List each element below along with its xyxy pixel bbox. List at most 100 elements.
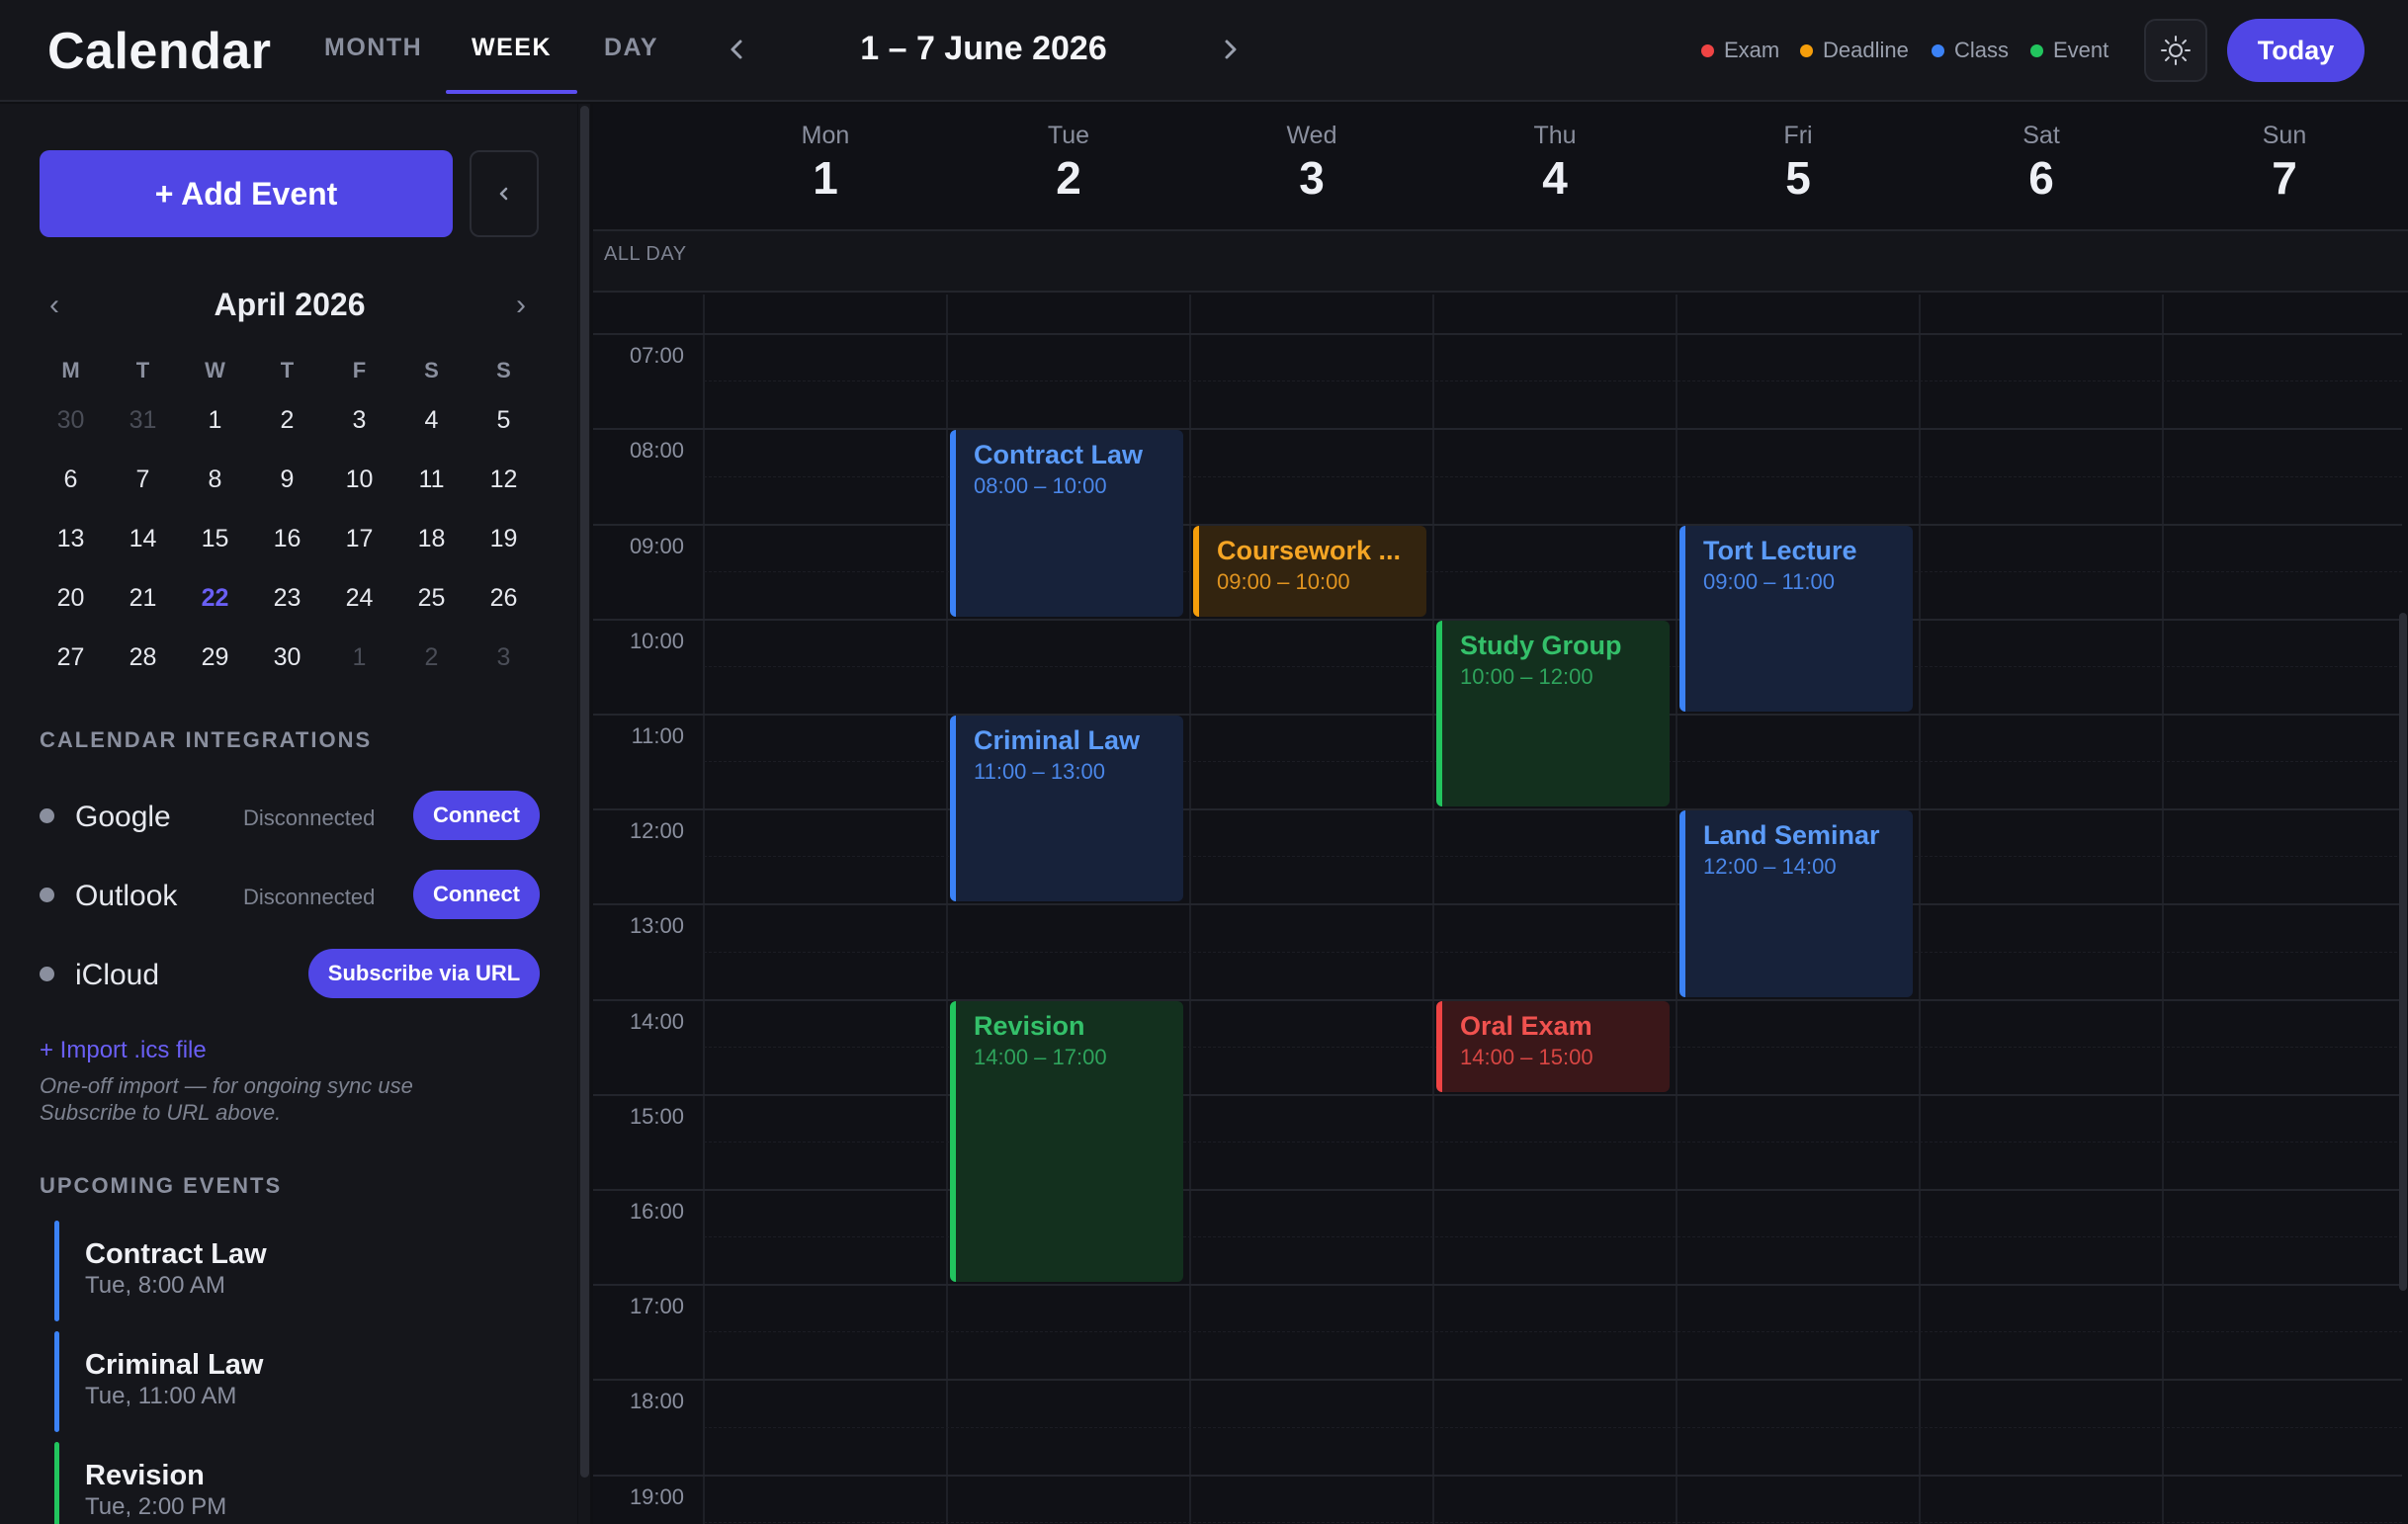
- mini-calendar-day[interactable]: 28: [107, 643, 179, 672]
- upcoming-event-title: Revision: [85, 1460, 205, 1491]
- connect-outlook-button[interactable]: Connect: [413, 870, 540, 919]
- mini-calendar-day[interactable]: 12: [468, 466, 540, 494]
- mini-calendar-day[interactable]: 30: [251, 643, 323, 672]
- mini-calendar-day[interactable]: 15: [179, 525, 251, 553]
- legend-label: Deadline: [1823, 38, 1909, 62]
- mini-calendar-day[interactable]: 25: [395, 584, 468, 613]
- sidebar-scrollbar-thumb[interactable]: [580, 106, 589, 1478]
- event-time: 14:00 – 17:00: [974, 1044, 1107, 1069]
- event-class[interactable]: Land Seminar 12:00 – 14:00: [1679, 810, 1913, 997]
- today-button[interactable]: Today: [2227, 19, 2365, 82]
- mini-calendar-day[interactable]: 21: [107, 584, 179, 613]
- sidebar-scrollbar[interactable]: [578, 104, 590, 1524]
- day-header-fri[interactable]: Fri 5: [1677, 104, 1920, 229]
- mini-calendar-day[interactable]: 17: [323, 525, 395, 553]
- mini-calendar-title: April 2026: [214, 287, 366, 322]
- sidebar: + Add Event ‹ April 2026 › M T W T F S S…: [0, 104, 577, 1524]
- tab-day[interactable]: DAY: [604, 34, 658, 62]
- event-event[interactable]: Study Group 10:00 – 12:00: [1436, 620, 1670, 807]
- mini-calendar-day[interactable]: 31: [107, 406, 179, 435]
- time-label: 13:00: [629, 913, 684, 939]
- add-event-button[interactable]: + Add Event: [40, 150, 453, 237]
- status-dot-icon: [40, 967, 54, 981]
- exam-dot-icon: [1701, 43, 1714, 57]
- mini-calendar-prev-button[interactable]: ‹: [49, 289, 59, 322]
- connect-google-button[interactable]: Connect: [413, 791, 540, 840]
- mini-calendar-day[interactable]: 8: [179, 466, 251, 494]
- event-exam[interactable]: Oral Exam 14:00 – 15:00: [1436, 1000, 1670, 1092]
- day-header-mon[interactable]: Mon 1: [704, 104, 947, 229]
- upcoming-event-item[interactable]: Criminal Law Tue, 11:00 AM: [54, 1331, 539, 1432]
- event-time: 10:00 – 12:00: [1460, 663, 1593, 689]
- tab-week[interactable]: WEEK: [472, 34, 552, 62]
- day-header-sun[interactable]: Sun 7: [2163, 104, 2406, 229]
- integration-google: Google Disconnected Connect: [40, 791, 540, 840]
- tab-month[interactable]: MONTH: [324, 34, 422, 62]
- mini-calendar-day[interactable]: 24: [323, 584, 395, 613]
- day-number: 5: [1785, 152, 1811, 204]
- mini-calendar-day[interactable]: 27: [35, 643, 107, 672]
- mini-calendar-day[interactable]: 7: [107, 466, 179, 494]
- mini-calendar-day[interactable]: 30: [35, 406, 107, 435]
- active-tab-indicator: [446, 90, 577, 94]
- mini-calendar-day[interactable]: 19: [468, 525, 540, 553]
- mini-calendar-day[interactable]: 18: [395, 525, 468, 553]
- subscribe-icloud-button[interactable]: Subscribe via URL: [308, 949, 540, 998]
- day-header-sat[interactable]: Sat 6: [1920, 104, 2163, 229]
- mini-calendar-day[interactable]: 3: [468, 643, 540, 672]
- time-label: 19:00: [629, 1483, 684, 1509]
- mini-calendar-next-button[interactable]: ›: [516, 289, 526, 322]
- mini-calendar-day[interactable]: 26: [468, 584, 540, 613]
- week-view-scrollbar-thumb[interactable]: [2399, 613, 2407, 1291]
- previous-week-button[interactable]: [719, 28, 754, 71]
- all-day-row[interactable]: [593, 231, 2408, 293]
- mini-calendar-day[interactable]: 14: [107, 525, 179, 553]
- upcoming-event-item[interactable]: Revision Tue, 2:00 PM: [54, 1442, 539, 1524]
- mini-calendar-day[interactable]: 3: [323, 406, 395, 435]
- mini-calendar-day[interactable]: 10: [323, 466, 395, 494]
- time-label: 17:00: [629, 1294, 684, 1319]
- collapse-sidebar-button[interactable]: [470, 150, 539, 237]
- next-week-button[interactable]: [1213, 28, 1248, 71]
- day-header-tue[interactable]: Tue 2: [947, 104, 1190, 229]
- top-bar: Calendar MONTH WEEK DAY 1 – 7 June 2026 …: [0, 0, 2408, 102]
- mini-calendar-day[interactable]: 20: [35, 584, 107, 613]
- date-range-title: 1 – 7 June 2026: [860, 30, 1107, 67]
- mini-calendar-day[interactable]: 1: [323, 643, 395, 672]
- mini-calendar-week: 6 7 8 9 10 11 12: [35, 450, 540, 509]
- day-number: 1: [813, 152, 838, 204]
- event-title: Tort Lecture: [1703, 535, 1857, 565]
- mini-calendar-day[interactable]: 6: [35, 466, 107, 494]
- status-dot-icon: [40, 888, 54, 902]
- upcoming-event-title: Contract Law: [85, 1238, 267, 1270]
- integration-status: Disconnected: [243, 885, 376, 909]
- mini-calendar-day[interactable]: 11: [395, 466, 468, 494]
- event-event[interactable]: Revision 14:00 – 17:00: [950, 1000, 1183, 1283]
- mini-calendar-day[interactable]: 5: [468, 406, 540, 435]
- mini-calendar-day-highlighted[interactable]: 22: [179, 584, 251, 613]
- upcoming-event-time: Tue, 2:00 PM: [85, 1493, 227, 1520]
- theme-toggle-button[interactable]: [2144, 19, 2207, 82]
- upcoming-event-time: Tue, 11:00 AM: [85, 1383, 237, 1409]
- mini-calendar-day[interactable]: 13: [35, 525, 107, 553]
- mini-calendar-day[interactable]: 2: [251, 406, 323, 435]
- day-header-wed[interactable]: Wed 3: [1190, 104, 1433, 229]
- mini-calendar-day[interactable]: 29: [179, 643, 251, 672]
- day-header-thu[interactable]: Thu 4: [1433, 104, 1677, 229]
- mini-calendar-day[interactable]: 16: [251, 525, 323, 553]
- mini-calendar-day[interactable]: 9: [251, 466, 323, 494]
- mini-calendar-day[interactable]: 2: [395, 643, 468, 672]
- hour-line: [593, 1093, 2402, 1096]
- event-class[interactable]: Tort Lecture 09:00 – 11:00: [1679, 525, 1913, 712]
- mini-calendar-day[interactable]: 1: [179, 406, 251, 435]
- mini-calendar-day[interactable]: 4: [395, 406, 468, 435]
- hour-line: [593, 333, 2402, 336]
- event-class[interactable]: Contract Law 08:00 – 10:00: [950, 430, 1183, 617]
- event-class[interactable]: Criminal Law 11:00 – 13:00: [950, 716, 1183, 902]
- import-ics-link[interactable]: + Import .ics file: [40, 1037, 207, 1064]
- event-deadline[interactable]: Coursework ... 09:00 – 10:00: [1193, 525, 1426, 617]
- mini-calendar-day[interactable]: 23: [251, 584, 323, 613]
- deadline-dot-icon: [1800, 43, 1813, 57]
- time-grid[interactable]: 06:0007:0008:0009:0010:0011:0012:0013:00…: [593, 295, 2402, 1524]
- upcoming-event-item[interactable]: Contract Law Tue, 8:00 AM: [54, 1221, 539, 1321]
